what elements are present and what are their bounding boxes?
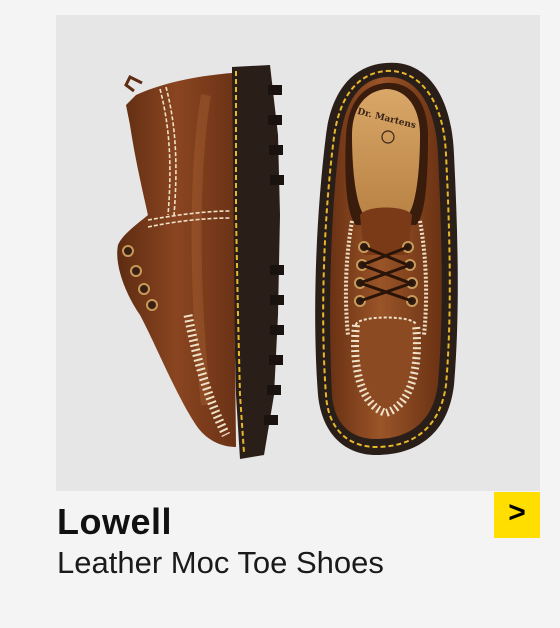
left-shoe-side-view <box>117 65 284 459</box>
product-name[interactable]: Lowell <box>57 500 172 544</box>
shoe-pair-illustration: Dr. Martens <box>117 62 458 459</box>
next-arrow-button[interactable]: > <box>494 492 540 538</box>
product-image[interactable]: Dr. Martens <box>56 15 540 491</box>
right-shoe-top-view: Dr. Martens <box>315 62 458 455</box>
product-card[interactable]: Dr. Martens Lowell Leather Moc Toe Shoes… <box>0 0 560 628</box>
product-description[interactable]: Leather Moc Toe Shoes <box>57 543 384 583</box>
chevron-right-icon: > <box>508 496 526 529</box>
